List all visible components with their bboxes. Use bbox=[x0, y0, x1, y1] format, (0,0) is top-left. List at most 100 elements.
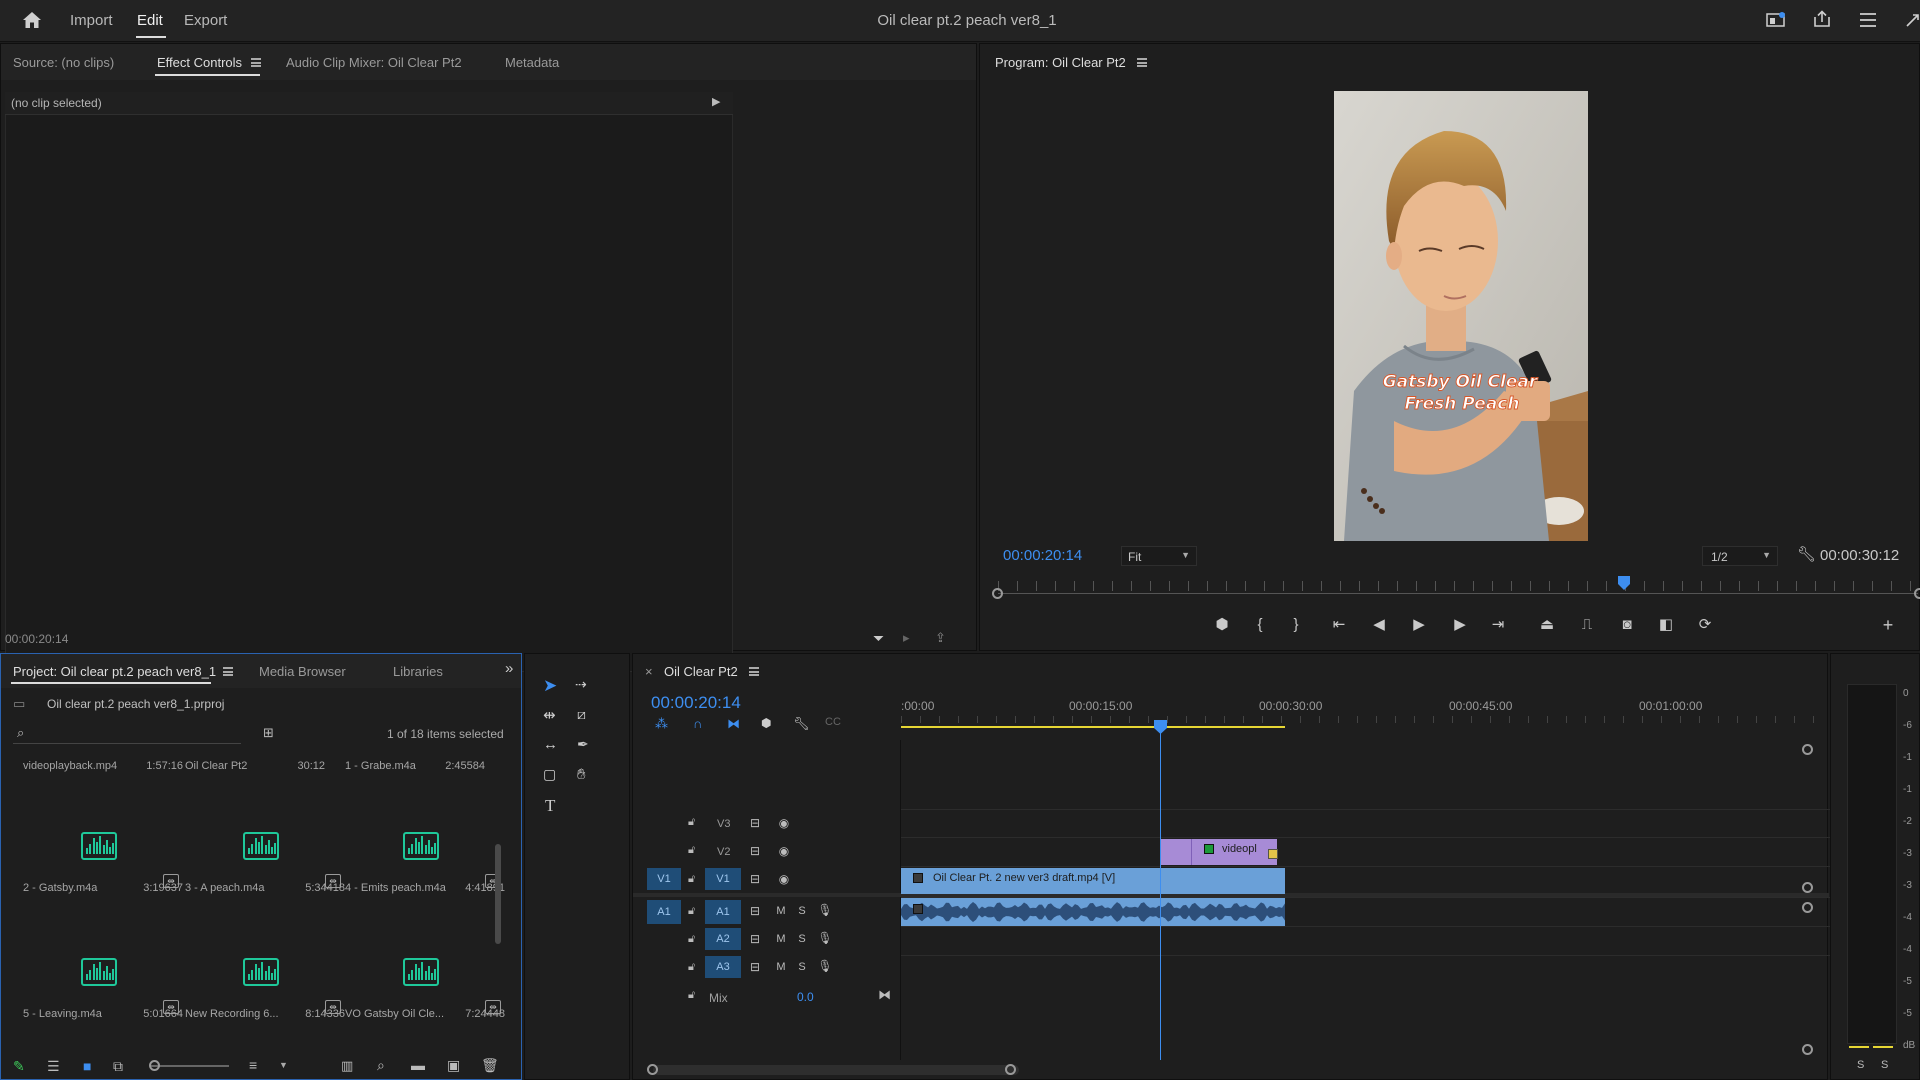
tab-effect-controls[interactable]: Effect Controls bbox=[157, 55, 242, 70]
microphone-icon[interactable]: 🎙︎ bbox=[817, 931, 833, 945]
project-item[interactable]: ⇹ 4 - Emits peach.m4a 4:41891 bbox=[345, 776, 505, 901]
v-scroll-audio-knob[interactable] bbox=[1802, 902, 1813, 913]
timeline-playhead[interactable] bbox=[1154, 720, 1167, 734]
eye-icon[interactable]: ◉ bbox=[776, 872, 792, 886]
tab-metadata[interactable]: Metadata bbox=[505, 55, 559, 70]
type-tool-icon[interactable]: T bbox=[545, 796, 555, 816]
panel-menu-icon[interactable] bbox=[251, 58, 261, 67]
zoom-slider[interactable] bbox=[151, 1065, 229, 1067]
step-back-icon[interactable]: ◀︎ bbox=[1368, 616, 1390, 634]
program-playhead[interactable] bbox=[1617, 576, 1631, 590]
mix-balance-icon[interactable]: ⧓ bbox=[878, 987, 891, 1003]
v-scroll-video-knob[interactable] bbox=[1802, 882, 1813, 893]
lock-icon[interactable]: 🔓︎ bbox=[688, 905, 695, 918]
h-scroll-end-knob[interactable] bbox=[1005, 1064, 1016, 1075]
project-item[interactable]: ⇹ VO Gatsby Oil Cle... 7:24448 bbox=[345, 902, 505, 1027]
lock-icon[interactable]: 🔓︎ bbox=[688, 844, 695, 857]
nest-icon[interactable]: ⁂ bbox=[655, 716, 668, 732]
sync-lock-icon[interactable]: ⊟ bbox=[747, 904, 763, 918]
lock-icon[interactable]: 🔓︎ bbox=[688, 873, 695, 886]
lock-icon[interactable]: 🔓︎ bbox=[688, 961, 695, 974]
mute-button[interactable]: M bbox=[773, 933, 789, 945]
clip-v1-video[interactable]: Oil Clear Pt. 2 new ver3 draft.mp4 [V] bbox=[901, 868, 1285, 894]
play-audio-icon[interactable]: ▸ bbox=[903, 630, 910, 646]
rectangle-tool-icon[interactable]: ▢ bbox=[543, 766, 556, 783]
proxy-toggle-icon[interactable]: ⟳ bbox=[1694, 616, 1716, 634]
project-item[interactable]: ⇹ 2 - Gatsby.m4a 3:19637 bbox=[23, 776, 183, 901]
lock-icon[interactable]: 🔓︎ bbox=[688, 933, 695, 946]
fit-dropdown[interactable]: Fit ▼ bbox=[1121, 546, 1197, 566]
step-forward-icon[interactable]: ▶︎ bbox=[1449, 616, 1471, 634]
program-timecode[interactable]: 00:00:20:14 bbox=[1003, 547, 1082, 564]
linked-selection-icon[interactable]: ⧓ bbox=[727, 716, 740, 732]
sort-icon[interactable]: ≡ bbox=[249, 1057, 257, 1073]
hand-tool-icon[interactable]: ✋︎ bbox=[577, 766, 586, 783]
freeform-view-icon[interactable]: ⧉ bbox=[113, 1058, 123, 1075]
export-frame-icon[interactable]: ◙ bbox=[1616, 616, 1638, 634]
fullscreen-icon[interactable] bbox=[1905, 12, 1920, 28]
clip-v2[interactable]: videopl bbox=[1191, 839, 1278, 865]
automate-icon[interactable]: ▥ bbox=[341, 1058, 353, 1074]
eye-icon[interactable]: ◉ bbox=[776, 816, 792, 830]
track-target-v1[interactable]: V1 bbox=[705, 868, 741, 890]
extract-icon[interactable]: ⎍ bbox=[1576, 616, 1598, 634]
share-icon[interactable] bbox=[1813, 10, 1831, 28]
track-target-a3[interactable]: A3 bbox=[705, 956, 741, 978]
tab-media-browser[interactable]: Media Browser bbox=[259, 664, 346, 679]
mix-value[interactable]: 0.0 bbox=[797, 990, 814, 1004]
meter-solo-left[interactable]: S bbox=[1857, 1059, 1864, 1071]
new-bin-icon[interactable]: ▬ bbox=[411, 1057, 425, 1073]
track-target-a2[interactable]: A2 bbox=[705, 928, 741, 950]
solo-button[interactable]: S bbox=[794, 933, 810, 945]
sync-lock-icon[interactable]: ⊟ bbox=[747, 844, 763, 858]
razor-tool-icon[interactable]: ⧄ bbox=[577, 706, 586, 723]
trash-icon[interactable]: 🗑︎ bbox=[481, 1057, 499, 1074]
source-patch-v1[interactable]: V1 bbox=[647, 868, 681, 890]
button-editor-plus-icon[interactable]: + bbox=[1877, 616, 1899, 634]
list-view-icon[interactable]: ☰ bbox=[47, 1058, 60, 1075]
tab-sequence[interactable]: Oil Clear Pt2 bbox=[664, 664, 738, 679]
program-zoom-end-handle[interactable] bbox=[1914, 588, 1920, 599]
expand-arrow-icon[interactable]: ▶ bbox=[712, 95, 720, 108]
close-sequence-icon[interactable]: × bbox=[645, 664, 653, 679]
project-item[interactable]: ⇹ 5 - Leaving.m4a 5:01664 bbox=[23, 902, 183, 1027]
clip-v2-adjustment[interactable] bbox=[1161, 839, 1191, 865]
program-zoom-start-handle[interactable] bbox=[992, 588, 1003, 599]
play-icon[interactable]: ▶︎ bbox=[1408, 616, 1430, 634]
track-label-v3[interactable]: V3 bbox=[717, 818, 730, 830]
tab-project[interactable]: Project: Oil clear pt.2 peach ver8_1 bbox=[13, 664, 216, 679]
go-to-in-icon[interactable]: ⇤ bbox=[1328, 616, 1350, 634]
add-marker-icon[interactable]: ⬢ bbox=[761, 716, 771, 730]
program-video-frame[interactable]: Gatsby Oil Clear Fresh Peach bbox=[1334, 91, 1588, 541]
track-select-tool-icon[interactable]: ⇢ bbox=[575, 676, 587, 693]
mark-in-icon[interactable]: { bbox=[1249, 616, 1271, 634]
work-area-bar[interactable] bbox=[901, 726, 1285, 728]
comparison-view-icon[interactable]: ◧ bbox=[1655, 616, 1677, 634]
mute-button[interactable]: M bbox=[773, 961, 789, 973]
tab-source[interactable]: Source: (no clips) bbox=[13, 55, 114, 70]
sync-lock-icon[interactable]: ⊟ bbox=[747, 816, 763, 830]
sync-lock-icon[interactable]: ⊟ bbox=[747, 960, 763, 974]
snap-icon[interactable]: ∩ bbox=[693, 716, 702, 731]
filter-icon[interactable]: ⏷ bbox=[873, 630, 884, 647]
pencil-icon[interactable]: ✎ bbox=[13, 1058, 25, 1075]
timeline-settings-icon[interactable]: 🔧︎ bbox=[793, 716, 810, 732]
workspaces-icon[interactable] bbox=[1766, 12, 1786, 28]
timeline-menu-icon[interactable] bbox=[749, 667, 759, 676]
microphone-icon[interactable]: 🎙︎ bbox=[817, 903, 833, 917]
sync-lock-icon[interactable]: ⊟ bbox=[747, 932, 763, 946]
add-marker-icon[interactable]: ⬢ bbox=[1211, 616, 1233, 634]
project-scrollbar[interactable] bbox=[495, 844, 501, 944]
track-label-v2[interactable]: V2 bbox=[717, 846, 730, 858]
chevron-down-icon[interactable]: ▼ bbox=[279, 1060, 288, 1070]
lock-icon[interactable]: 🔓︎ bbox=[688, 816, 695, 829]
meter-solo-right[interactable]: S bbox=[1881, 1059, 1888, 1071]
mute-button[interactable]: M bbox=[773, 905, 789, 917]
quick-menu-icon[interactable] bbox=[1859, 12, 1877, 28]
new-search-bin-icon[interactable]: ⊞ bbox=[263, 725, 274, 741]
more-panels-icon[interactable]: » bbox=[505, 660, 513, 677]
v-scroll-bottom-knob[interactable] bbox=[1802, 1044, 1813, 1055]
project-item[interactable]: ⇹ New Recording 6... 8:14336 bbox=[185, 902, 345, 1027]
captions-icon[interactable]: CC bbox=[825, 716, 841, 728]
microphone-icon[interactable]: 🎙︎ bbox=[817, 959, 833, 973]
